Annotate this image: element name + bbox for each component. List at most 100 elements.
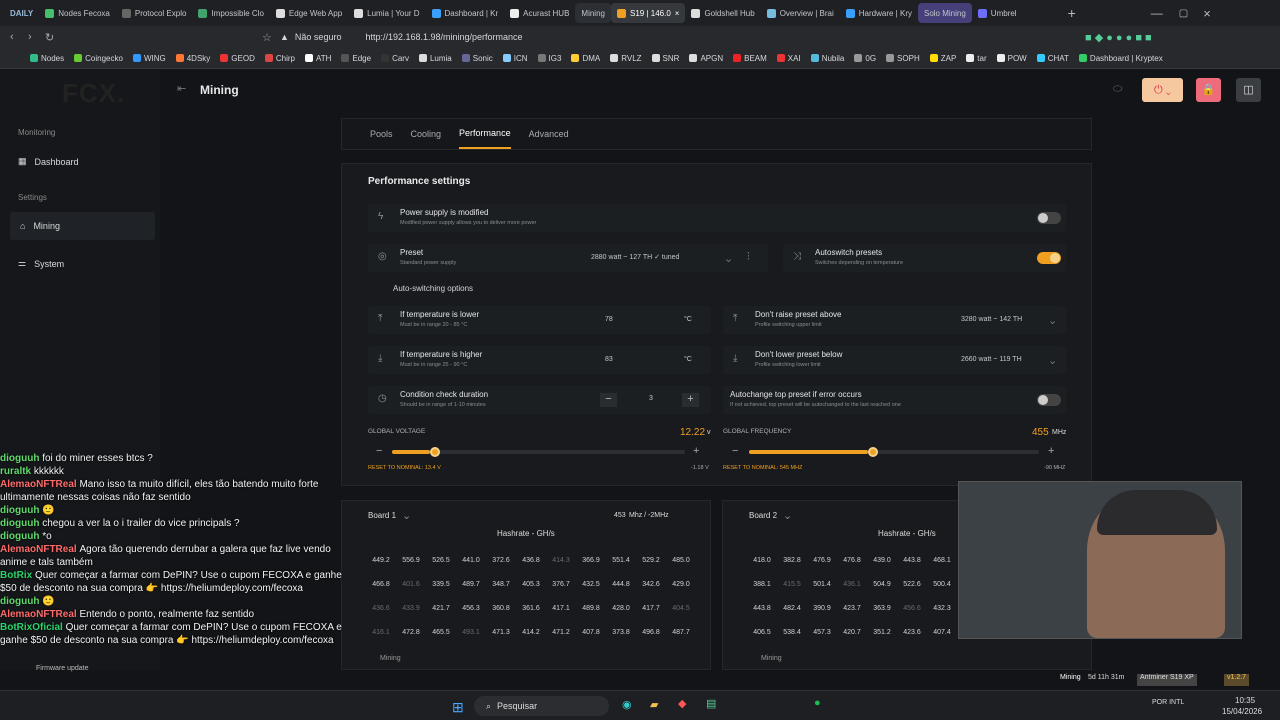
window-close-icon[interactable]: × xyxy=(1203,6,1211,21)
bookmark-item[interactable]: CHAT xyxy=(1036,54,1069,63)
bookmark-item[interactable]: IG3 xyxy=(537,54,561,63)
bookmark-item[interactable]: XAI xyxy=(776,54,801,63)
bookmark-item[interactable]: Nubila xyxy=(810,54,844,63)
tab-nodes[interactable]: Nodes Fecoxa xyxy=(39,3,116,23)
tab-impossible[interactable]: Impossible Clo xyxy=(192,3,269,23)
raise-select[interactable]: 3280 watt ~ 142 TH xyxy=(961,316,1022,323)
lower-limit-select[interactable]: 2660 watt ~ 119 TH xyxy=(961,356,1022,363)
bookmark-item[interactable]: SOPH xyxy=(886,54,920,63)
bookmark-item[interactable]: tar xyxy=(966,54,987,63)
toggle-icon[interactable]: ⬭ xyxy=(1113,83,1122,96)
maximize-icon[interactable]: ▢ xyxy=(1179,8,1188,19)
tab-performance[interactable]: Performance xyxy=(459,119,511,149)
edge-icon[interactable]: ◉ xyxy=(622,698,632,711)
tab-acurast[interactable]: Acurast HUB xyxy=(504,3,575,23)
decrement-button[interactable]: − xyxy=(600,393,617,407)
folder-icon[interactable]: ▰ xyxy=(650,698,658,711)
tab-s19[interactable]: S19 | 146.0 × xyxy=(610,3,686,23)
bookmark-item[interactable]: ATH xyxy=(304,54,331,63)
tab-dashboard-kryptex[interactable]: Dashboard | Kr xyxy=(426,3,505,23)
sliders-icon[interactable]: ⫶ xyxy=(747,251,750,264)
bookmark-item[interactable]: POW xyxy=(996,54,1027,63)
lock-button[interactable]: 🔒 xyxy=(1196,78,1221,102)
tab-advanced[interactable]: Advanced xyxy=(529,129,569,139)
forward-icon[interactable]: › xyxy=(28,31,32,43)
tab-protocol[interactable]: Protocol Explo xyxy=(116,3,193,23)
minimize-icon[interactable]: — xyxy=(1151,6,1163,20)
bookmark-item[interactable]: Carv xyxy=(381,54,409,63)
frequency-slider[interactable] xyxy=(749,447,1039,457)
chevron-down-icon[interactable]: ⌄ xyxy=(724,252,733,265)
power-button[interactable]: ⏻ ⌄ xyxy=(1142,78,1183,102)
bookmark-item[interactable]: ICN xyxy=(502,54,528,63)
bookmark-item[interactable]: ZAP xyxy=(929,54,956,63)
tab-daily[interactable]: DAILY xyxy=(4,3,39,23)
power-toggle[interactable] xyxy=(1037,212,1061,224)
tab-pools[interactable]: Pools xyxy=(370,129,393,139)
frequency-thumb[interactable] xyxy=(867,447,878,457)
tab-mining[interactable]: Mining xyxy=(575,3,611,23)
bookmark-icon[interactable]: ☆ xyxy=(262,31,272,44)
voltage-reset[interactable]: RESET TO NOMINAL: 13.4 V xyxy=(368,465,441,471)
bookmark-item[interactable]: Edge xyxy=(341,54,371,63)
board-name[interactable]: Board 2 xyxy=(749,511,777,520)
reload-icon[interactable]: ↻ xyxy=(45,31,54,44)
tab-brain[interactable]: Overview | Brai xyxy=(761,3,840,23)
chevron-down-icon[interactable]: ⌄ xyxy=(1048,314,1057,327)
board-name[interactable]: Board 1 xyxy=(368,511,396,520)
tab-cooling[interactable]: Cooling xyxy=(411,129,442,139)
voltage-thumb[interactable] xyxy=(430,447,441,457)
new-tab-icon[interactable]: + xyxy=(1068,5,1076,21)
bookmark-item[interactable]: Sonic xyxy=(461,54,493,63)
chevron-down-icon[interactable]: ⌄ xyxy=(783,509,792,522)
bookmark-item[interactable]: Lumia xyxy=(418,54,452,63)
bookmark-item[interactable]: 4DSky xyxy=(175,54,210,63)
bookmark-item[interactable]: Coingecko xyxy=(74,54,123,63)
preset-select[interactable]: 2880 watt ~ 127 TH ✓ tuned xyxy=(591,253,679,261)
bookmark-item[interactable]: BEAM xyxy=(733,54,767,63)
voltage-plus-icon[interactable]: + xyxy=(693,445,699,457)
collapse-icon[interactable]: ⇤ xyxy=(177,82,186,95)
bookmark-item[interactable]: WING xyxy=(132,54,166,63)
voltage-slider[interactable] xyxy=(392,447,685,457)
bookmark-item[interactable]: GEOD xyxy=(220,54,255,63)
autoswitch-toggle[interactable] xyxy=(1037,252,1061,264)
sidebar-item-dashboard[interactable]: ▦ Dashboard xyxy=(18,156,79,167)
sidebar-item-mining[interactable]: ⌂ Mining xyxy=(10,212,155,240)
extensions-icon[interactable]: ■ ◆ ● ● ● ■ ■ xyxy=(1085,31,1152,44)
tab-umbrel[interactable]: Umbrel xyxy=(972,3,1023,23)
bookmark-item[interactable]: DMA xyxy=(571,54,600,63)
lower-input[interactable]: 78 xyxy=(605,316,613,323)
autochange-toggle[interactable] xyxy=(1037,394,1061,406)
increment-button[interactable]: + xyxy=(682,393,699,407)
firmware-update[interactable]: Firmware update xyxy=(36,665,89,677)
bookmark-item[interactable]: Dashboard | Kryptex xyxy=(1078,54,1163,63)
close-icon[interactable]: × xyxy=(675,9,680,18)
url-field[interactable]: ▲ Não seguro http://192.168.1.98/mining/… xyxy=(280,29,523,45)
bookmark-item[interactable]: Chirp xyxy=(264,54,295,63)
frequency-minus-icon[interactable]: − xyxy=(732,445,738,457)
spotify-icon[interactable]: ● xyxy=(814,697,821,709)
bookmark-item[interactable]: APGN xyxy=(689,54,723,63)
back-icon[interactable]: ‹ xyxy=(10,31,14,43)
brave-icon[interactable]: ◆ xyxy=(678,697,686,710)
panel-button[interactable]: ◫ xyxy=(1236,78,1261,102)
chevron-down-icon[interactable]: ⌄ xyxy=(402,509,411,522)
bookmark-item[interactable]: RVLZ xyxy=(610,54,642,63)
language-indicator[interactable]: POR INTL xyxy=(1152,699,1184,706)
tab-edge[interactable]: Edge Web App xyxy=(270,3,348,23)
tab-solo-mining[interactable]: Solo Mining xyxy=(917,3,972,23)
frequency-reset[interactable]: RESET TO NOMINAL: 545 MHZ xyxy=(723,465,802,471)
windows-start-icon[interactable]: ⊞ xyxy=(452,699,464,716)
tab-lumia[interactable]: Lumia | Your D xyxy=(348,3,425,23)
taskbar-search[interactable]: ⌕ Pesquisar xyxy=(474,696,609,716)
bookmark-item[interactable]: 0G xyxy=(854,54,876,63)
higher-input[interactable]: 83 xyxy=(605,356,613,363)
frequency-plus-icon[interactable]: + xyxy=(1048,445,1054,457)
duration-input[interactable]: 3 xyxy=(649,395,653,402)
bookmark-item[interactable]: SNR xyxy=(651,54,679,63)
bookmark-item[interactable]: Nodes xyxy=(30,54,64,63)
tab-goldshell[interactable]: Goldshell Hub xyxy=(685,3,760,23)
voltage-minus-icon[interactable]: − xyxy=(376,445,382,457)
chevron-down-icon[interactable]: ⌄ xyxy=(1048,354,1057,367)
